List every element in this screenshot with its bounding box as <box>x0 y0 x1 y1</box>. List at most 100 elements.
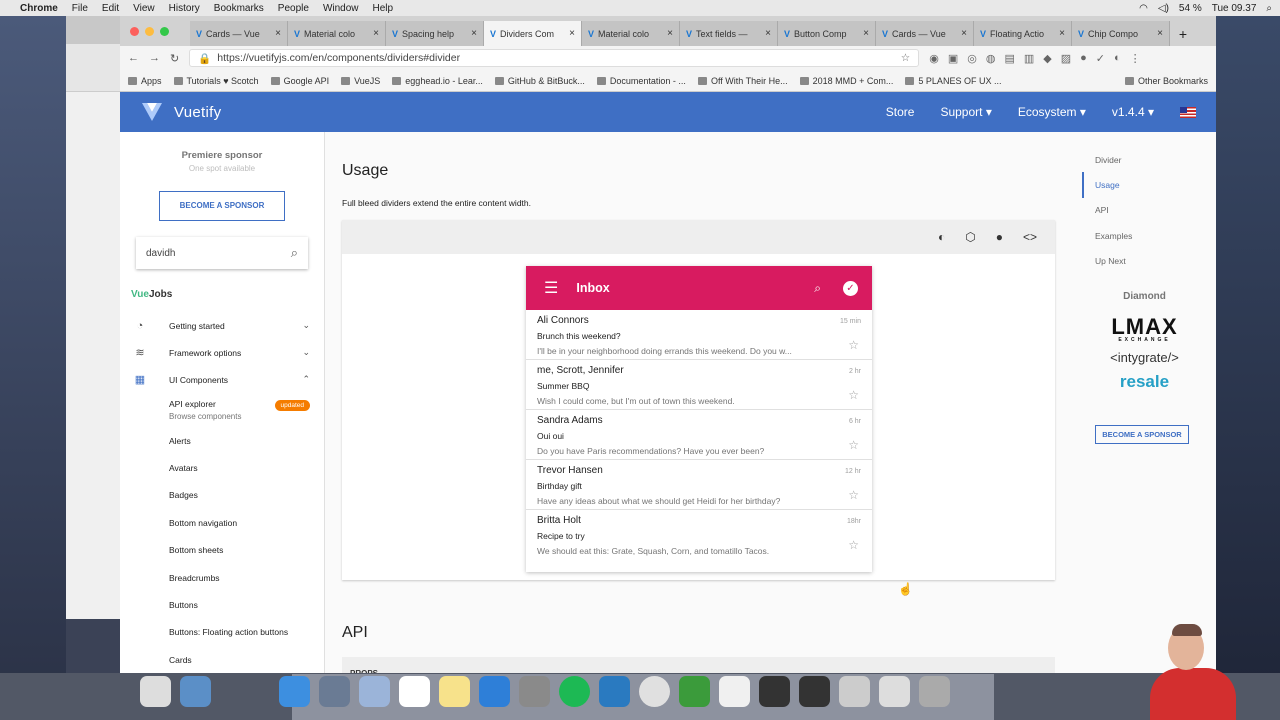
nav-group-ui-components[interactable]: ▦ UI Components ⌃ <box>120 366 324 393</box>
bookmark-star-icon[interactable]: ☆ <box>901 52 910 64</box>
menu-kebab-icon[interactable]: ⋮ <box>1130 52 1141 65</box>
extension-icon[interactable]: ◍ <box>986 52 996 65</box>
github-icon[interactable]: ● <box>996 230 1003 244</box>
bookmark[interactable]: Off With Their He... <box>697 76 788 86</box>
tab[interactable]: V Spacing help × <box>386 21 484 46</box>
nav-group-framework-options[interactable]: ≋ Framework options ⌄ <box>120 339 324 366</box>
menu-file[interactable]: File <box>72 3 88 14</box>
props-header[interactable]: PROPS <box>342 657 1055 673</box>
volume-icon[interactable]: ◁) <box>1158 3 1169 14</box>
camtasia-icon[interactable] <box>679 676 710 707</box>
check-circle-icon[interactable]: ✓ <box>843 280 858 296</box>
close-tab-icon[interactable]: × <box>1157 28 1163 39</box>
close-tab-icon[interactable]: × <box>275 28 281 39</box>
hamburger-menu-icon[interactable]: ☰ <box>544 278 558 298</box>
menu-bookmarks[interactable]: Bookmarks <box>214 3 264 14</box>
close-tab-icon[interactable]: × <box>471 28 477 39</box>
back-icon[interactable]: ← <box>128 52 139 64</box>
tab[interactable]: V Cards — Vue × <box>190 21 288 46</box>
bookmark[interactable]: 5 PLANES OF UX ... <box>905 76 1001 86</box>
tab-active[interactable]: V Dividers Com × <box>484 21 582 46</box>
search-icon[interactable]: ⌕ <box>1266 3 1272 14</box>
menu-window[interactable]: Window <box>323 3 359 14</box>
extension-icon[interactable]: ✓ <box>1096 52 1105 65</box>
extension-icon[interactable]: ▤ <box>1004 52 1014 65</box>
zip-file-icon[interactable] <box>140 676 171 707</box>
bookmark[interactable]: VueJS <box>341 76 380 86</box>
bookmark[interactable]: GitHub & BitBuck... <box>494 76 585 86</box>
list-item[interactable]: me, Scrott, Jennifer Summer BBQ Wish I cou… <box>526 360 872 410</box>
app-menu[interactable]: Chrome <box>20 3 58 14</box>
star-outline-icon[interactable]: ☆ <box>848 488 859 502</box>
window-thumbnail-icon[interactable] <box>839 676 870 707</box>
bookmark[interactable]: Documentation - ... <box>596 76 686 86</box>
finder-icon[interactable] <box>279 676 310 707</box>
search-icon[interactable]: ⌕ <box>291 245 298 261</box>
menu-view[interactable]: View <box>133 3 155 14</box>
become-sponsor-button[interactable]: BECOME A SPONSOR <box>1095 425 1189 445</box>
intygrate-logo[interactable]: <intygrate/> <box>1095 350 1194 365</box>
close-tab-icon[interactable]: × <box>1059 28 1065 39</box>
close-window-button[interactable] <box>130 27 139 36</box>
star-outline-icon[interactable]: ☆ <box>848 438 859 452</box>
bookmark[interactable]: Tutorials ♥ Scotch <box>173 76 259 86</box>
tab[interactable]: V Cards — Vue × <box>876 21 974 46</box>
keynote-icon[interactable] <box>479 676 510 707</box>
nav-ecosystem[interactable]: Ecosystem ▾ <box>1018 105 1086 119</box>
nav-version[interactable]: v1.4.4 ▾ <box>1112 105 1154 119</box>
notes-icon[interactable] <box>439 676 470 707</box>
close-tab-icon[interactable]: × <box>765 28 771 39</box>
become-sponsor-button[interactable]: BECOME A SPONSOR <box>159 191 285 221</box>
window-thumbnail-icon[interactable] <box>799 676 830 707</box>
bookmark[interactable]: Apps <box>128 76 162 86</box>
trash-icon[interactable] <box>919 676 950 707</box>
resale-logo[interactable]: resale <box>1095 372 1194 392</box>
brand-title[interactable]: Vuetify <box>174 104 221 121</box>
view-source-icon[interactable]: <> <box>1023 230 1037 244</box>
calendar-icon[interactable] <box>399 676 430 707</box>
list-item[interactable]: Trevor Hansen Birthday gift Have any ideas… <box>526 460 872 510</box>
sidebar-item-buttons[interactable]: Buttons <box>120 591 324 618</box>
star-outline-icon[interactable]: ☆ <box>848 538 859 552</box>
sidebar-item-fab[interactable]: Buttons: Floating action buttons <box>120 619 324 646</box>
toc-item-api[interactable]: API <box>1095 198 1216 223</box>
close-tab-icon[interactable]: × <box>863 28 869 39</box>
extension-icon[interactable]: ● <box>1080 52 1087 65</box>
invert-theme-icon[interactable]: ◐ <box>938 230 945 244</box>
minimize-window-button[interactable] <box>145 27 154 36</box>
folder-icon[interactable] <box>180 676 211 707</box>
nav-store[interactable]: Store <box>886 105 915 119</box>
clock[interactable]: Tue 09.37 <box>1212 3 1257 14</box>
preview-icon[interactable] <box>359 676 390 707</box>
extension-icon[interactable]: ▣ <box>948 52 958 65</box>
sidebar-item-api-explorer[interactable]: API explorer Browse components updated <box>120 393 324 427</box>
sidebar-item-bottom-sheets[interactable]: Bottom sheets <box>120 537 324 564</box>
toc-item-usage[interactable]: Usage <box>1082 172 1216 198</box>
sidebar-item-breadcrumbs[interactable]: Breadcrumbs <box>120 564 324 591</box>
tab[interactable]: V Material colo × <box>288 21 386 46</box>
us-flag-icon[interactable] <box>1180 106 1196 118</box>
other-bookmarks[interactable]: Other Bookmarks <box>1124 76 1208 86</box>
sidebar-item-avatars[interactable]: Avatars <box>120 454 324 481</box>
launchpad-icon[interactable] <box>319 676 350 707</box>
vuejobs-logo[interactable]: VueJobs <box>131 289 324 300</box>
list-item[interactable]: Ali Connors Brunch this weekend? I'll be i… <box>526 310 872 360</box>
extension-icon[interactable]: ◆ <box>1043 52 1051 65</box>
profile-icon[interactable]: ◐ <box>1114 52 1121 65</box>
tab[interactable]: V Chip Compo × <box>1072 21 1170 46</box>
menu-edit[interactable]: Edit <box>102 3 119 14</box>
menu-help[interactable]: Help <box>373 3 394 14</box>
bookmark[interactable]: egghead.io - Lear... <box>392 76 483 86</box>
zoom-window-button[interactable] <box>160 27 169 36</box>
extension-icon[interactable]: ▨ <box>1061 52 1071 65</box>
star-outline-icon[interactable]: ☆ <box>848 388 859 402</box>
tab[interactable]: V Text fields — × <box>680 21 778 46</box>
close-tab-icon[interactable]: × <box>569 28 575 39</box>
extension-icon[interactable]: ▥ <box>1024 52 1034 65</box>
address-bar[interactable]: 🔒 https://vuetifyjs.com/en/components/di… <box>189 49 920 67</box>
search-input[interactable]: davidh ⌕ <box>136 237 308 269</box>
chrome-icon[interactable] <box>639 676 670 707</box>
toc-item-up-next[interactable]: Up Next <box>1095 248 1216 273</box>
nav-support[interactable]: Support ▾ <box>940 105 991 119</box>
menu-history[interactable]: History <box>169 3 200 14</box>
